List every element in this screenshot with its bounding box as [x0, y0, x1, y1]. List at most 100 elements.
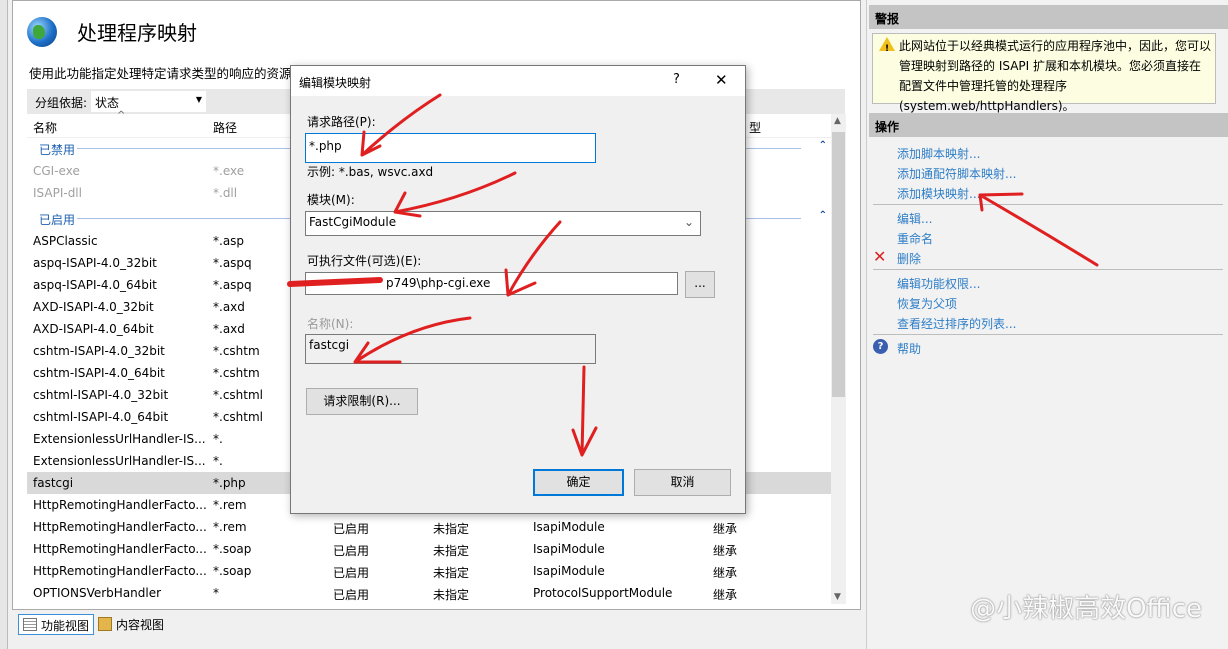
cell-state: 已启用	[333, 588, 370, 602]
help-icon: ?	[873, 339, 888, 354]
cell-path: *.axd	[213, 300, 245, 314]
cell-state: 已启用	[333, 566, 370, 580]
tab-label: 功能视图	[41, 619, 90, 633]
cell-path: *.exe	[213, 164, 245, 178]
cell-name: aspq-ISAPI-4.0_32bit	[33, 256, 157, 270]
cell-path: *.cshtm	[213, 366, 260, 380]
tab-features-view[interactable]: 功能视图	[18, 614, 95, 635]
browse-button[interactable]: ...	[685, 271, 715, 298]
column-header-name[interactable]: 名称	[33, 119, 57, 136]
alert-box: ! 此网站位于以经典模式运行的应用程序池中，因此，您可以管理映射到路径的 ISA…	[872, 33, 1216, 113]
cell-name: CGI-exe	[33, 164, 80, 178]
action-view-ordered-list[interactable]: 查看经过排序的列表...	[897, 315, 1016, 332]
cell-path: *.	[213, 454, 223, 468]
group-by-label: 分组依据:	[35, 96, 88, 110]
action-add-module-map[interactable]: 添加模块映射...	[897, 185, 980, 202]
group-by-select[interactable]: 状态 ▼	[91, 91, 206, 112]
sort-ascending-icon: ^	[117, 110, 126, 121]
features-view-icon	[23, 618, 37, 631]
cell-path-type: 未指定	[433, 522, 470, 536]
action-rename[interactable]: 重命名	[897, 230, 933, 247]
group-label: 已启用	[39, 213, 76, 227]
request-path-example: 示例: *.bas, wsvc.axd	[307, 165, 434, 179]
action-revert-to-parent[interactable]: 恢复为父项	[897, 295, 957, 312]
delete-icon: ✕	[873, 247, 887, 266]
cell-path: *.rem	[213, 520, 247, 534]
close-button[interactable]: ✕	[715, 71, 728, 89]
action-edit[interactable]: 编辑...	[897, 210, 932, 227]
tab-label: 内容视图	[116, 618, 165, 632]
cell-name: ExtensionlessUrlHandler-IS...	[33, 432, 206, 446]
collapse-icon[interactable]: ⌃	[819, 210, 827, 221]
module-select[interactable]: FastCgiModule ⌄	[305, 211, 701, 236]
cancel-button[interactable]: 取消	[634, 469, 731, 496]
divider	[873, 269, 1223, 270]
action-add-script-map[interactable]: 添加脚本映射...	[897, 145, 980, 162]
action-add-wildcard-script-map[interactable]: 添加通配符脚本映射...	[897, 165, 1016, 182]
cell-name: cshtm-ISAPI-4.0_64bit	[33, 366, 165, 380]
name-input[interactable]: fastcgi	[305, 334, 596, 364]
action-edit-feature-permissions[interactable]: 编辑功能权限...	[897, 275, 980, 292]
cell-path: *.php	[213, 476, 246, 490]
request-path-label: 请求路径(P):	[307, 115, 376, 129]
table-row[interactable]: HttpRemotingHandlerFacto... *.soap 已启用 未指定 I…	[27, 538, 831, 560]
column-header-path[interactable]: 路径	[213, 119, 237, 136]
alert-text: 此网站位于以经典模式运行的应用程序池中，因此，您可以管理映射到路径的 ISAPI…	[899, 39, 1212, 113]
name-label: 名称(N):	[307, 317, 354, 331]
help-button[interactable]: ?	[673, 72, 680, 87]
scrollbar-thumb[interactable]	[832, 132, 845, 397]
cell-entry-type: 继承	[713, 544, 738, 558]
column-header-entry-type[interactable]: 型	[749, 119, 761, 136]
content-view-icon	[98, 617, 112, 631]
alerts-header: 警报	[869, 5, 1228, 29]
cell-path: *.soap	[213, 564, 252, 578]
scroll-down-icon[interactable]: ▼	[834, 592, 841, 602]
cell-path: *	[213, 586, 219, 600]
cell-handler: ProtocolSupportModule	[533, 586, 673, 600]
cell-name: AXD-ISAPI-4.0_32bit	[33, 300, 154, 314]
cell-name: cshtml-ISAPI-4.0_32bit	[33, 388, 169, 402]
cell-path: *.cshtml	[213, 410, 263, 424]
cell-path: *.aspq	[213, 278, 252, 292]
cell-path: *.cshtm	[213, 344, 260, 358]
cell-name: OPTIONSVerbHandler	[33, 586, 162, 600]
cell-entry-type: 继承	[713, 588, 738, 602]
table-row[interactable]: HttpRemotingHandlerFacto... *.rem 已启用 未指定 Is…	[27, 516, 831, 538]
cell-name: ISAPI-dll	[33, 186, 82, 200]
cell-handler: IsapiModule	[533, 520, 605, 534]
collapse-icon[interactable]: ⌃	[819, 140, 827, 151]
cell-name: AXD-ISAPI-4.0_64bit	[33, 322, 154, 336]
request-restrictions-button[interactable]: 请求限制(R)...	[306, 388, 418, 415]
request-path-input[interactable]: *.php	[305, 133, 596, 163]
cell-entry-type: 继承	[713, 522, 738, 536]
ok-button[interactable]: 确定	[533, 469, 624, 496]
cell-name: aspq-ISAPI-4.0_64bit	[33, 278, 157, 292]
divider	[873, 204, 1223, 205]
vertical-scrollbar[interactable]: ▲ ▼	[831, 114, 846, 604]
table-row[interactable]: HttpRemotingHandlerFacto... *.soap 已启用 未指定 I…	[27, 560, 831, 582]
tab-content-view[interactable]: 内容视图	[94, 614, 168, 635]
scroll-up-icon[interactable]: ▲	[834, 116, 841, 126]
table-row[interactable]: OPTIONSVerbHandler * 已启用 未指定 ProtocolSupport…	[27, 582, 831, 604]
globe-icon	[27, 17, 57, 47]
watermark: @小辣椒高效Office	[970, 594, 1202, 624]
cell-path: *.soap	[213, 542, 252, 556]
action-delete[interactable]: 删除	[897, 250, 921, 267]
action-help[interactable]: 帮助	[897, 340, 921, 357]
cell-name: cshtml-ISAPI-4.0_64bit	[33, 410, 169, 424]
executable-input[interactable]: p749\php-cgi.exe	[305, 272, 678, 295]
cell-path-type: 未指定	[433, 588, 470, 602]
cell-name: HttpRemotingHandlerFacto...	[33, 498, 207, 512]
chevron-down-icon: ⌄	[683, 215, 694, 229]
group-by-value: 状态	[95, 96, 120, 110]
cell-state: 已启用	[333, 544, 370, 558]
cell-name: HttpRemotingHandlerFacto...	[33, 542, 207, 556]
actions-pane: 警报 ! 此网站位于以经典模式运行的应用程序池中，因此，您可以管理映射到路径的 …	[866, 0, 1228, 649]
cell-path: *.cshtml	[213, 388, 263, 402]
dropdown-arrow-icon: ▼	[195, 95, 202, 104]
cell-path: *.rem	[213, 498, 247, 512]
cell-name: HttpRemotingHandlerFacto...	[33, 564, 207, 578]
page-title: 处理程序映射	[77, 21, 197, 45]
cell-path: *.dll	[213, 186, 238, 200]
actions-header: 操作	[869, 113, 1228, 137]
